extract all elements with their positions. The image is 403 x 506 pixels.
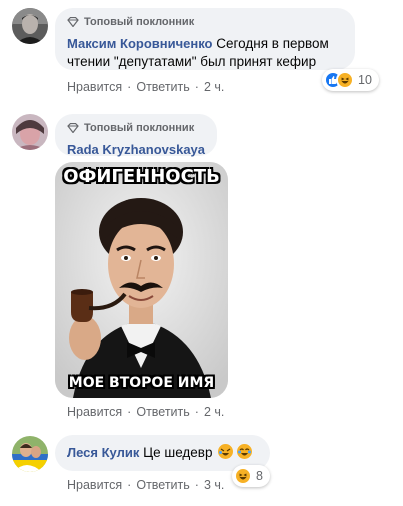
avatar[interactable]	[12, 8, 48, 44]
top-fan-badge: Топовый поклонник	[67, 15, 343, 29]
comment-text-line1: Сегодня в первом	[216, 36, 329, 51]
rofl-emoji-icon	[218, 444, 234, 459]
comment-author[interactable]: Леся Кулик	[67, 445, 139, 460]
meme-picture	[55, 162, 228, 398]
avatar[interactable]	[12, 114, 48, 150]
meme-top-caption: ОФИГЕННОСТЬ	[63, 166, 220, 187]
avatar[interactable]	[12, 436, 48, 472]
joy-emoji-icon	[237, 444, 253, 459]
comment-author[interactable]: Максим Коровниченко	[67, 36, 213, 51]
reply-link[interactable]: Ответить	[136, 80, 189, 94]
haha-icon	[234, 467, 252, 485]
comment-actions: Нравится · Ответить · 2 ч.	[67, 80, 225, 94]
comment-actions: Нравится · Ответить · 3 ч.	[67, 478, 225, 492]
comment-author[interactable]: Rada Kryzhanovskaya	[67, 142, 205, 157]
meme-image[interactable]: ОФИГЕННОСТЬ МОЕ ВТОРОЕ ИМЯ	[55, 162, 228, 398]
like-link[interactable]: Нравится	[67, 80, 122, 94]
reactions-summary[interactable]: 8	[232, 465, 270, 487]
timestamp[interactable]: 2 ч.	[204, 80, 224, 94]
diamond-icon	[67, 17, 79, 27]
comment-text: Це шедевр	[143, 445, 213, 460]
like-link[interactable]: Нравится	[67, 405, 122, 419]
diamond-icon	[67, 123, 79, 133]
top-fan-badge: Топовый поклонник	[67, 121, 205, 135]
haha-icon	[336, 71, 354, 89]
reaction-count: 8	[256, 469, 263, 483]
comment-actions: Нравится · Ответить · 2 ч.	[67, 405, 225, 419]
comment-text-line2: чтении "депутатами" был принят кефир	[67, 54, 317, 69]
timestamp[interactable]: 2 ч.	[204, 405, 224, 419]
reply-link[interactable]: Ответить	[136, 478, 189, 492]
badge-label: Топовый поклонник	[84, 122, 195, 134]
timestamp[interactable]: 3 ч.	[204, 478, 224, 492]
meme-bottom-caption: МОЕ ВТОРОЕ ИМЯ	[68, 375, 215, 391]
reactions-summary[interactable]: 10	[322, 69, 379, 91]
reply-link[interactable]: Ответить	[136, 405, 189, 419]
comment-bubble: Топовый поклонник Максим Коровниченко Се…	[55, 8, 355, 70]
badge-label: Топовый поклонник	[84, 16, 195, 28]
like-link[interactable]: Нравится	[67, 478, 122, 492]
reaction-count: 10	[358, 73, 372, 87]
comment-bubble: Топовый поклонник Rada Kryzhanovskaya	[55, 114, 217, 157]
